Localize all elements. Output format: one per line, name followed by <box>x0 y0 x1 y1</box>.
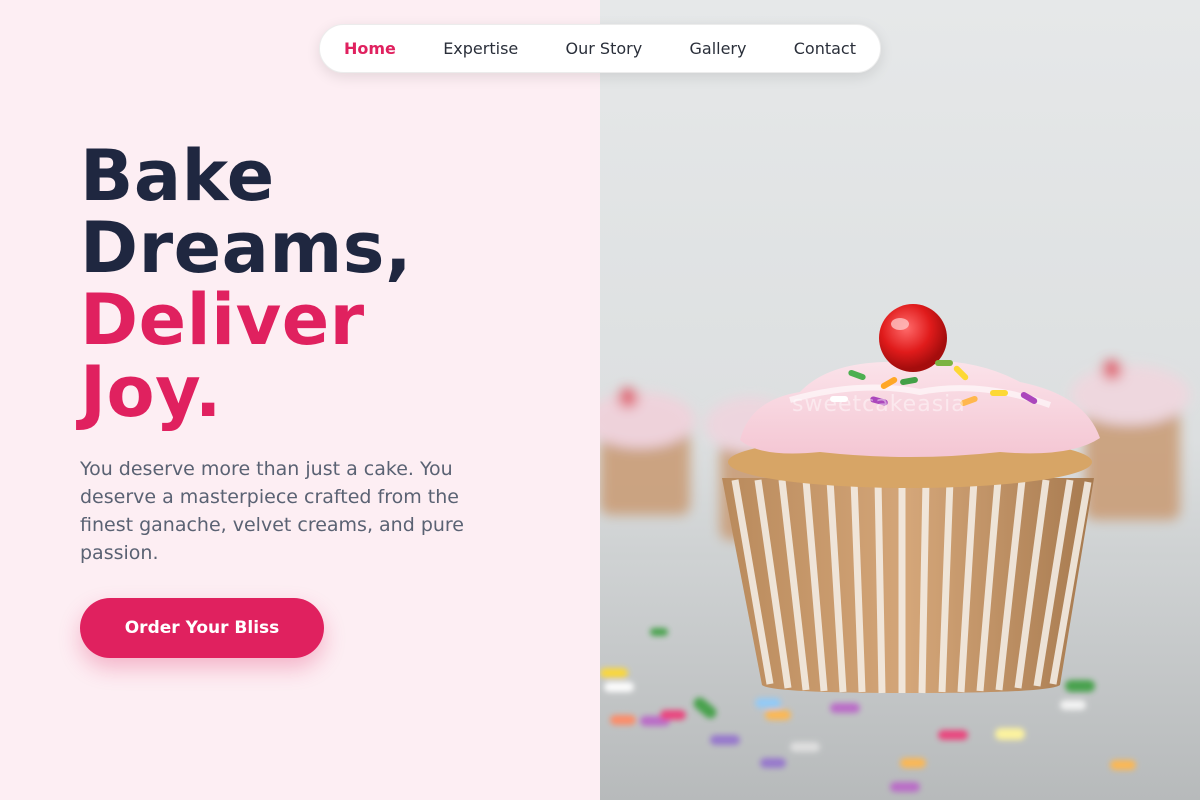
headline-line-2: Dreams, <box>80 207 413 289</box>
nav-item-gallery[interactable]: Gallery <box>689 39 746 58</box>
image-watermark: sweetcakeasia <box>792 392 966 417</box>
nav-item-our-story[interactable]: Our Story <box>566 39 643 58</box>
headline-line-3: Deliver <box>80 279 365 361</box>
hero-image: sweetcakeasia <box>600 0 1200 800</box>
nav-item-contact[interactable]: Contact <box>794 39 856 58</box>
nav-item-expertise[interactable]: Expertise <box>443 39 518 58</box>
headline-line-4: Joy. <box>80 351 222 433</box>
order-button[interactable]: Order Your Bliss <box>80 598 324 658</box>
hero-subtext: You deserve more than just a cake. You d… <box>80 458 464 564</box>
nav-item-home[interactable]: Home <box>344 39 396 58</box>
main-nav: Home Expertise Our Story Gallery Contact <box>319 24 881 73</box>
hero-headline: Bake Dreams, Deliver Joy. <box>80 140 560 428</box>
headline-line-1: Bake <box>80 135 275 217</box>
